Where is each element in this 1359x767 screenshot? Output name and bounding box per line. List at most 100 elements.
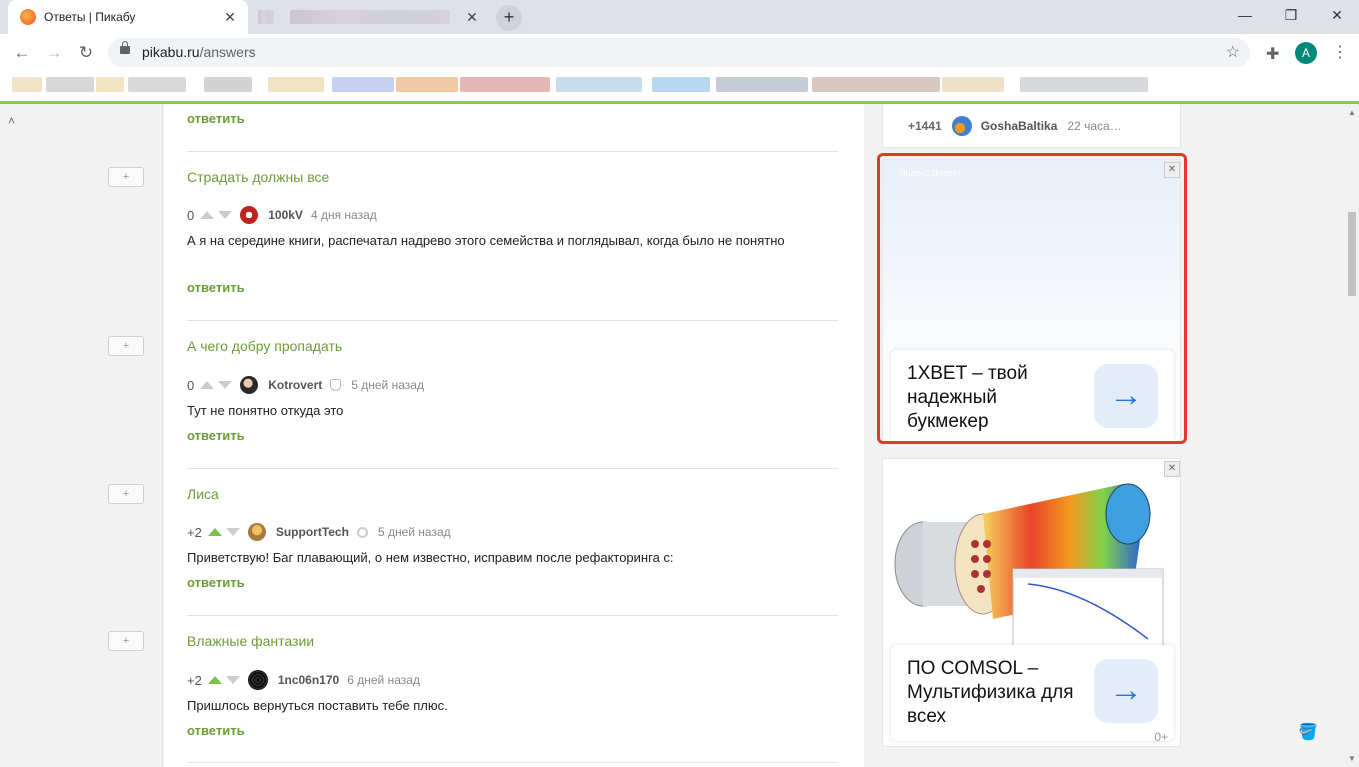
answers-feed: ответить + Страдать должны все 0 100kV 4…: [108, 104, 864, 767]
bookmarks-bar: [0, 72, 1359, 102]
top-card-time: 22 часа…: [1067, 118, 1122, 133]
reply-link[interactable]: ответить: [187, 575, 245, 590]
page-scrollbar[interactable]: ▲ ▼: [1345, 104, 1359, 767]
bookmark-item[interactable]: [716, 77, 808, 92]
downvote-arrow-icon[interactable]: [225, 528, 240, 536]
ad-block-comsol[interactable]: ✕ ПО COMSOL – Мультифизика для всех → 0+: [882, 458, 1181, 747]
scroll-up-icon[interactable]: ▲: [1348, 108, 1356, 117]
scroll-thumb[interactable]: [1348, 212, 1356, 296]
reload-icon[interactable]: ↻: [74, 41, 98, 65]
bookmark-item[interactable]: [96, 77, 124, 92]
verified-badge-icon: [356, 526, 368, 538]
downvote-arrow-icon[interactable]: [218, 381, 233, 389]
reply-link[interactable]: ответить: [187, 280, 245, 295]
username-link[interactable]: 100kV: [268, 208, 303, 222]
divider: [187, 320, 838, 321]
comment-meta: 0 100kV 4 дня назад: [187, 205, 377, 225]
username-link[interactable]: GoshaBaltika: [981, 119, 1058, 133]
arrow-right-icon[interactable]: →: [1094, 659, 1158, 723]
back-arrow-icon[interactable]: ←: [10, 41, 34, 65]
divider: [187, 615, 838, 616]
comment-text: А я на середине книги, распечатал надрев…: [187, 233, 785, 248]
avatar[interactable]: [247, 670, 268, 690]
tab-blurred[interactable]: ✕: [250, 0, 490, 34]
bookmark-item[interactable]: [1020, 77, 1148, 92]
upvote-arrow-icon[interactable]: [207, 676, 222, 684]
more-menu-icon[interactable]: ⋮: [1332, 42, 1348, 62]
new-tab-button[interactable]: +: [496, 5, 522, 31]
browser-toolbar: ← → ↻ pikabu.ru/answers ☆ ✚ A ⋮: [0, 34, 1359, 72]
upvote-arrow-icon[interactable]: [200, 211, 215, 219]
bookmark-star-icon[interactable]: ☆: [1226, 42, 1240, 62]
window-close-icon[interactable]: ✕: [1314, 4, 1359, 26]
bookmark-item[interactable]: [396, 77, 458, 92]
bookmark-item[interactable]: [332, 77, 394, 92]
avatar[interactable]: [247, 523, 266, 541]
close-tab-icon[interactable]: ✕: [462, 7, 482, 27]
profile-avatar[interactable]: A: [1295, 42, 1317, 64]
ad-text-panel[interactable]: 1XBET – твой надежный букмекер →: [891, 350, 1174, 441]
ad-headline: ПО COMSOL – Мультифизика для всех: [907, 658, 1074, 727]
bookmark-item[interactable]: [268, 77, 324, 92]
story-title-link[interactable]: А чего добру пропадать: [187, 338, 342, 354]
paint-bucket-icon[interactable]: 🪣: [1298, 722, 1318, 742]
avatar[interactable]: [240, 376, 259, 394]
scroll-down-icon[interactable]: ▼: [1348, 754, 1356, 763]
username-link[interactable]: SupportTech: [276, 525, 349, 539]
address-bar[interactable]: pikabu.ru/answers ☆: [108, 38, 1250, 67]
collapse-up-icon[interactable]: ˄: [8, 114, 15, 128]
bookmark-item[interactable]: [128, 77, 186, 92]
bookmark-item[interactable]: [12, 77, 42, 92]
bookmark-item[interactable]: [204, 77, 252, 92]
reply-link[interactable]: ответить: [187, 428, 245, 443]
bookmark-item[interactable]: [556, 77, 642, 92]
comment-time[interactable]: 6 дней назад: [347, 673, 420, 687]
reply-link[interactable]: ответить: [187, 723, 245, 738]
bookmark-item[interactable]: [812, 77, 940, 92]
upvote-arrow-icon[interactable]: [207, 528, 222, 536]
age-rating-label: 0+: [1154, 730, 1168, 744]
pikabu-favicon-icon: [20, 9, 36, 25]
expand-plus-button[interactable]: +: [108, 631, 144, 651]
bookmark-item[interactable]: [652, 77, 710, 92]
expand-plus-button[interactable]: +: [108, 336, 144, 356]
downvote-arrow-icon[interactable]: [225, 676, 240, 684]
expand-plus-button[interactable]: +: [108, 167, 144, 187]
ad-background-image: [883, 160, 1180, 360]
upvote-arrow-icon[interactable]: [200, 381, 215, 389]
comment-time[interactable]: 5 дней назад: [351, 378, 424, 392]
divider: [187, 762, 838, 763]
reply-link[interactable]: ответить: [187, 111, 245, 126]
bookmark-item[interactable]: [460, 77, 550, 92]
bookmark-item[interactable]: [942, 77, 1004, 92]
story-title-link[interactable]: Лиса: [187, 486, 219, 502]
avatar[interactable]: [951, 115, 972, 136]
tab-title: Ответы | Пикабу: [44, 10, 136, 24]
maximize-icon[interactable]: ❐: [1268, 4, 1314, 26]
comment-time[interactable]: 5 дней назад: [378, 525, 451, 539]
expand-plus-button[interactable]: +: [108, 484, 144, 504]
arrow-right-icon[interactable]: →: [1094, 364, 1158, 428]
minimize-icon[interactable]: —: [1222, 4, 1268, 26]
downvote-arrow-icon[interactable]: [218, 211, 233, 219]
ad-block-1xbet[interactable]: Яндекс.Директ ✕ 1XBET – твой надежный бу…: [882, 159, 1181, 442]
heat-exchanger-image: [883, 459, 1180, 650]
close-tab-icon[interactable]: ✕: [220, 7, 240, 27]
forward-arrow-icon[interactable]: →: [42, 41, 66, 65]
username-link[interactable]: Kotrovert: [268, 378, 322, 392]
tab-pikabu-answers[interactable]: Ответы | Пикабу ✕: [8, 0, 248, 34]
comment-time[interactable]: 4 дня назад: [311, 208, 377, 222]
username-link[interactable]: 1nc06n170: [278, 673, 339, 687]
story-title-link[interactable]: Влажные фантазии: [187, 633, 314, 649]
top-comment-card[interactable]: +1441 GoshaBaltika 22 часа…: [882, 104, 1181, 148]
extensions-puzzle-icon[interactable]: ✚: [1266, 44, 1279, 64]
story-title-link[interactable]: Страдать должны все: [187, 169, 329, 185]
ad-source-label: Яндекс.Директ: [899, 168, 962, 178]
tab-title-blurred: [290, 10, 450, 24]
avatar[interactable]: [240, 206, 259, 224]
top-card-rating: +1441: [908, 118, 942, 133]
ad-text-panel[interactable]: ПО COMSOL – Мультифизика для всех →: [891, 645, 1174, 741]
ad-close-icon[interactable]: ✕: [1164, 162, 1180, 178]
bookmark-item[interactable]: [46, 77, 94, 92]
ad-close-icon[interactable]: ✕: [1164, 461, 1180, 477]
